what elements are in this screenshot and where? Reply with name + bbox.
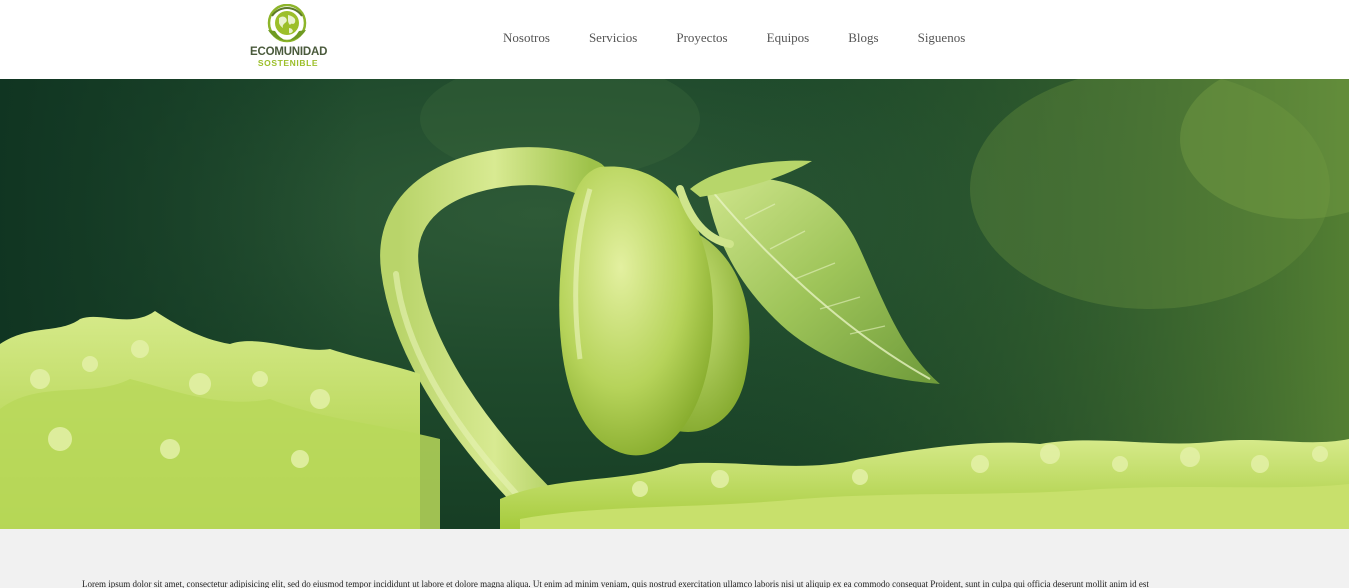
logo-tagline: SOSTENIBLE bbox=[257, 58, 319, 68]
nav-item-proyectos[interactable]: Proyectos bbox=[676, 30, 727, 46]
site-logo[interactable]: ECOMUNIDAD SOSTENIBLE bbox=[250, 4, 328, 70]
nav-item-siguenos[interactable]: Siguenos bbox=[918, 30, 966, 46]
logo-name: ECOMUNIDAD bbox=[250, 46, 328, 58]
hero-banner bbox=[0, 79, 1349, 529]
page: ECOMUNIDAD SOSTENIBLE Nosotros Servicios… bbox=[0, 0, 1349, 588]
intro-paragraph: Lorem ipsum dolor sit amet, consectetur … bbox=[82, 579, 1149, 588]
nav-item-servicios[interactable]: Servicios bbox=[589, 30, 637, 46]
main-nav: Nosotros Servicios Proyectos Equipos Blo… bbox=[503, 30, 965, 46]
site-header: ECOMUNIDAD SOSTENIBLE Nosotros Servicios… bbox=[0, 0, 1349, 79]
nav-item-nosotros[interactable]: Nosotros bbox=[503, 30, 550, 46]
sprouting-bean-seedling-photo bbox=[0, 79, 1349, 529]
nav-item-blogs[interactable]: Blogs bbox=[848, 30, 878, 46]
nav-item-equipos[interactable]: Equipos bbox=[767, 30, 810, 46]
intro-section: Lorem ipsum dolor sit amet, consectetur … bbox=[0, 529, 1349, 588]
globe-leaf-icon bbox=[267, 4, 307, 43]
